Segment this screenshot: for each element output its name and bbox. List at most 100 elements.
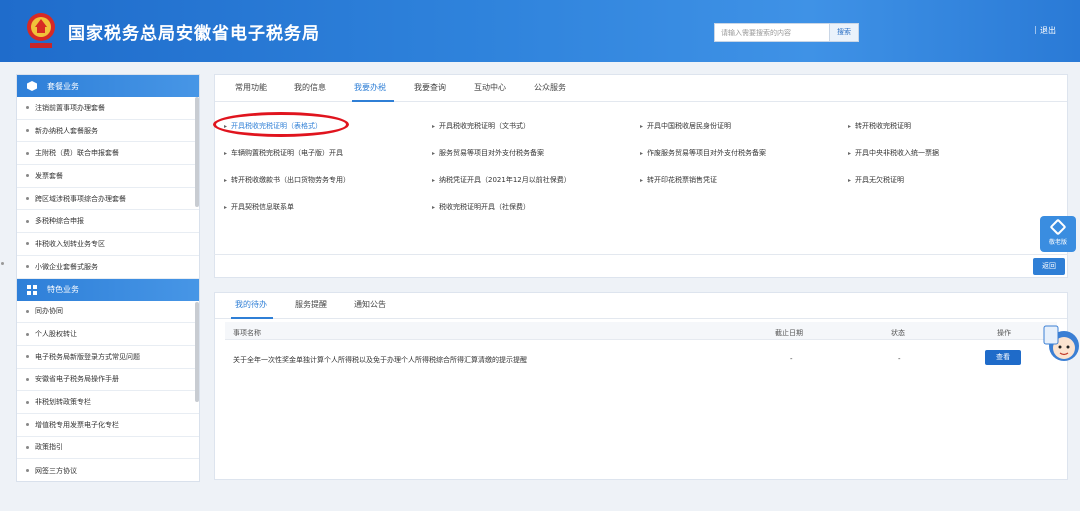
sidebar-item[interactable]: 跨区域涉税事项综合办理套餐 <box>17 188 199 211</box>
sidebar-item[interactable]: 非税收入划转业务专区 <box>17 233 199 256</box>
panel-divider <box>214 254 1068 255</box>
header-bar: 国家税务总局安徽省电子税务局 请输入需要搜索的内容 搜索 | 退出 <box>0 0 1080 62</box>
link-label: 转开印花税票销售凭证 <box>647 176 718 184</box>
bullet-icon <box>26 400 29 404</box>
sidebar-item[interactable]: 主附税（费）联合申报套餐 <box>17 142 199 166</box>
link-label: 纳税凭证开具（2021年12月以前社保费） <box>439 176 571 184</box>
tab-common[interactable]: 常用功能 <box>235 82 267 93</box>
sidebar-item[interactable]: 发票套餐 <box>17 165 199 188</box>
bullet-icon <box>26 106 29 110</box>
link-label: 转开税收缴款书（出口货物劳务专用） <box>231 176 351 184</box>
sidebar-item[interactable]: 注销前置事项办理套餐 <box>17 97 199 120</box>
sidebar-item-label: 网签三方协议 <box>35 466 77 475</box>
tab-public-service[interactable]: 公众服务 <box>534 82 566 93</box>
triangle-right-icon: ▸ <box>640 150 644 157</box>
search-input[interactable]: 请输入需要搜索的内容 <box>714 23 830 42</box>
bullet-icon <box>26 174 29 178</box>
tab-query[interactable]: 我要查询 <box>414 82 446 93</box>
link-transfer-tax-certificate[interactable]: ▸ 转开税收完税证明 <box>848 121 911 131</box>
sidebar-scrollbar-top[interactable] <box>195 97 199 207</box>
sidebar-item[interactable]: 增值税专用发票电子化专栏 <box>17 414 199 437</box>
header-separator: | <box>1034 25 1037 34</box>
highlight-circle <box>213 112 349 137</box>
bullet-icon <box>26 332 29 336</box>
sidebar-item[interactable]: 小微企业套餐式服务 <box>17 256 199 279</box>
sidebar-item-label: 电子税务局新版登录方式常见问题 <box>35 352 140 361</box>
sidebar-item-label: 多税种综合申报 <box>35 217 84 226</box>
link-tax-resident-certificate[interactable]: ▸ 开具中国税收居民身份证明 <box>640 121 731 131</box>
tab-my-todo[interactable]: 我的待办 <box>235 299 267 310</box>
bullet-icon <box>26 377 29 381</box>
link-label: 税收完税证明开具（社保费） <box>439 203 531 211</box>
tab-interaction[interactable]: 互动中心 <box>474 82 506 93</box>
triangle-right-icon: ▸ <box>432 204 436 211</box>
diamond-icon <box>1049 218 1067 236</box>
link-stamp-tax-voucher[interactable]: ▸ 转开印花税票销售凭证 <box>640 175 717 185</box>
link-export-payment-book[interactable]: ▸ 转开税收缴款书（出口货物劳务专用） <box>224 175 350 185</box>
link-label: 开具中国税收居民身份证明 <box>647 122 732 130</box>
sidebar-item[interactable]: 多税种综合申报 <box>17 210 199 234</box>
tab-tax-handling[interactable]: 我要办税 <box>354 82 386 93</box>
todo-item-status: - <box>898 355 901 363</box>
link-tax-certificate-document[interactable]: ▸ 开具税收完税证明（文书式） <box>432 121 530 131</box>
site-title: 国家税务总局安徽省电子税务局 <box>68 24 320 44</box>
cube-icon <box>27 81 37 91</box>
bullet-icon <box>26 242 29 246</box>
link-social-security-certificate[interactable]: ▸ 税收完税证明开具（社保费） <box>432 202 530 212</box>
link-label: 服务贸易等项目对外支付税务备案 <box>439 149 545 157</box>
link-social-security-voucher-2021[interactable]: ▸ 纳税凭证开具（2021年12月以前社保费） <box>432 175 571 185</box>
triangle-right-icon: ▸ <box>848 150 852 157</box>
link-label: 开具税收完税证明（文书式） <box>439 122 531 130</box>
triangle-right-icon: ▸ <box>432 123 436 130</box>
triangle-right-icon: ▸ <box>640 123 644 130</box>
link-service-trade-filing[interactable]: ▸ 服务贸易等项目对外支付税务备案 <box>432 148 544 158</box>
tab-my-info[interactable]: 我的信息 <box>294 82 326 93</box>
link-no-arrears-certificate[interactable]: ▸ 开具无欠税证明 <box>848 175 904 185</box>
sidebar-section-featured[interactable]: 特色业务 <box>17 278 199 301</box>
link-vehicle-tax-certificate[interactable]: ▸ 车辆购置税完税证明（电子版）开具 <box>224 148 343 158</box>
todo-item-name: 关于全年一次性奖金单独计算个人所得税以及免于办理个人所得税综合所得汇算清缴的提示… <box>233 356 527 364</box>
tab-service-reminder[interactable]: 服务提醒 <box>295 299 327 310</box>
link-non-tax-receipt[interactable]: ▸ 开具中央非税收入统一票据 <box>848 148 939 158</box>
sidebar-item[interactable]: 政策指引 <box>17 437 199 460</box>
link-void-service-trade-filing[interactable]: ▸ 作废服务贸易等项目对外支付税务备案 <box>640 148 766 158</box>
sidebar-section-title: 套餐业务 <box>47 81 79 91</box>
link-label: 作废服务贸易等项目对外支付税务备案 <box>647 149 767 157</box>
tax-emblem-logo <box>27 13 55 48</box>
logout-link[interactable]: 退出 <box>1040 25 1056 36</box>
triangle-right-icon: ▸ <box>432 177 436 184</box>
bullet-icon <box>26 197 29 201</box>
bullet-icon <box>26 355 29 359</box>
column-header-name: 事项名称 <box>233 329 261 337</box>
view-button[interactable]: 查看 <box>985 350 1021 365</box>
search-button[interactable]: 搜索 <box>829 23 859 42</box>
sidebar-item-label: 个人股权转让 <box>35 330 77 339</box>
table-header <box>225 322 1057 340</box>
sidebar-section-package[interactable]: 套餐业务 <box>17 75 199 97</box>
sidebar-item[interactable]: 网签三方协议 <box>17 459 199 482</box>
back-button[interactable]: 返回 <box>1033 258 1065 275</box>
sidebar-item[interactable]: 同办协同 <box>17 301 199 324</box>
bullet-icon <box>26 129 29 133</box>
page-edge-marker <box>1 262 4 265</box>
sidebar-scrollbar-bottom[interactable] <box>195 302 199 402</box>
sidebar-item[interactable]: 个人股权转让 <box>17 323 199 346</box>
elderly-mode-button[interactable]: 敬老版 <box>1040 216 1076 252</box>
column-header-action: 操作 <box>997 329 1011 337</box>
sidebar-section-title: 特色业务 <box>47 285 79 294</box>
sidebar-item-label: 主附税（费）联合申报套餐 <box>35 149 119 158</box>
todo-panel: 我的待办 服务提醒 通知公告 事项名称 截止日期 状态 操作 关于全年一次性奖金… <box>214 292 1068 480</box>
sidebar-item-label: 跨区域涉税事项综合办理套餐 <box>35 194 126 203</box>
sidebar-item-label: 安徽省电子税务局操作手册 <box>35 375 119 384</box>
sidebar-item[interactable]: 电子税务局新版登录方式常见问题 <box>17 346 199 369</box>
assistant-mascot-icon[interactable] <box>1042 322 1080 366</box>
bullet-icon <box>26 423 29 427</box>
tab-notice[interactable]: 通知公告 <box>354 299 386 310</box>
bullet-icon <box>26 265 29 269</box>
sidebar-item[interactable]: 非税划转政策专栏 <box>17 391 199 414</box>
triangle-right-icon: ▸ <box>432 150 436 157</box>
sidebar: 套餐业务 注销前置事项办理套餐 新办纳税人套餐服务 主附税（费）联合申报套餐 发… <box>16 74 200 482</box>
link-deed-tax-contact[interactable]: ▸ 开具契税信息联系单 <box>224 202 294 212</box>
sidebar-item[interactable]: 安徽省电子税务局操作手册 <box>17 369 199 392</box>
sidebar-item[interactable]: 新办纳税人套餐服务 <box>17 120 199 143</box>
